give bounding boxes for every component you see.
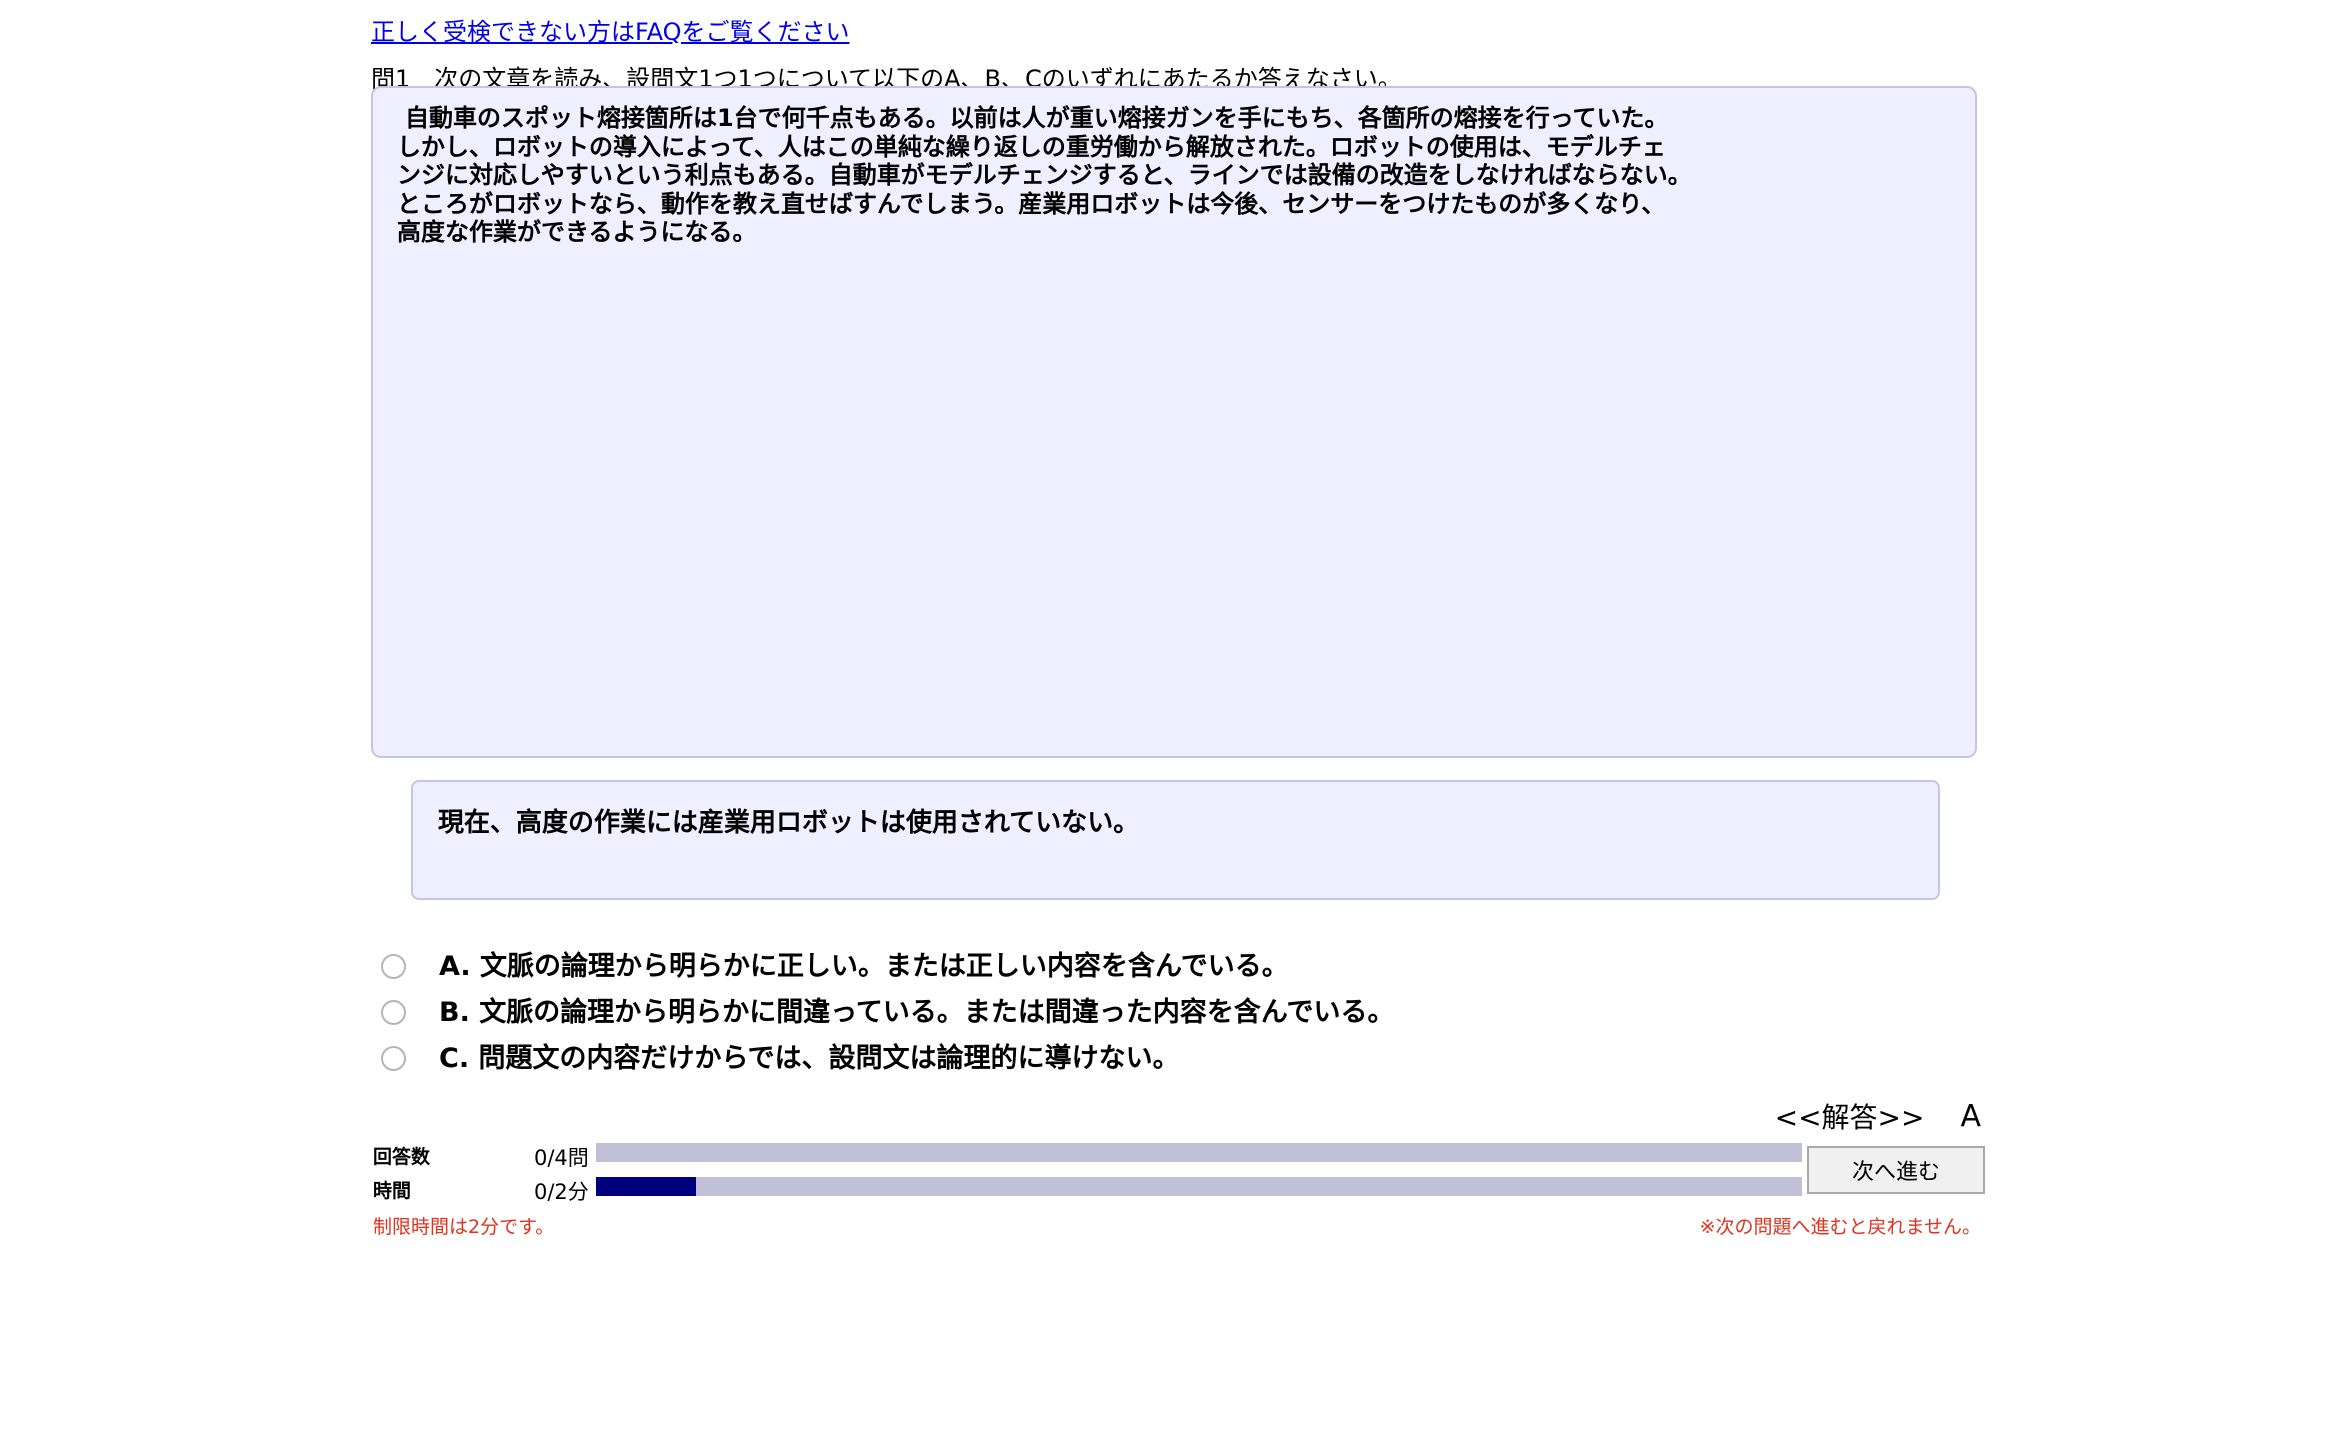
- faq-link[interactable]: 正しく受検できない方はFAQをご覧ください: [371, 12, 850, 47]
- option-c-label[interactable]: C. 問題文の内容だけからでは、設問文は論理的に導けない。: [439, 1036, 1180, 1075]
- passage-line: 高度な作業ができるようになる。: [397, 218, 757, 246]
- passage-line: しかし、ロボットの導入によって、人はこの単純な繰り返しの重労働から解放された。ロ…: [397, 132, 1666, 161]
- answers-count: 0/4問: [534, 1146, 589, 1170]
- option-c[interactable]: C. 問題文の内容だけからでは、設問文は論理的に導けない。: [371, 1032, 1395, 1078]
- answers-label: 回答数: [373, 1146, 431, 1168]
- answer-display: <<解答>> A: [1775, 1096, 1981, 1136]
- passage-line: 自動車のスポット熔接箇所は1台で何千点もある。以前は人が重い熔接ガンを手にもち、…: [405, 104, 1669, 132]
- option-b-radio[interactable]: [381, 999, 406, 1025]
- answer-options: A. 文脈の論理から明らかに正しい。または正しい内容を含んでいる。 B. 文脈の…: [371, 940, 1395, 1078]
- passage-box: 自動車のスポット熔接箇所は1台で何千点もある。以前は人が重い熔接ガンを手にもち、…: [371, 86, 1977, 758]
- passage-line: ところがロボットなら、動作を教え直せばすんでしまう。産業用ロボットは今後、センサ…: [397, 189, 1666, 218]
- answer-value: A: [1960, 1098, 1981, 1134]
- time-limit-note: 制限時間は2分です。: [373, 1216, 555, 1238]
- answers-progress-bar: [596, 1143, 1802, 1162]
- option-c-radio[interactable]: [381, 1045, 406, 1071]
- progress-area: 回答数 0/4問 時間 0/2分 次へ進む: [371, 1138, 1985, 1206]
- time-label: 時間: [373, 1180, 412, 1202]
- option-a[interactable]: A. 文脈の論理から明らかに正しい。または正しい内容を含んでいる。: [371, 940, 1395, 986]
- time-progress-bar: [596, 1177, 1802, 1196]
- time-count: 0/2分: [534, 1180, 589, 1204]
- no-return-warning: ※次の問題へ進むと戻れません。: [1699, 1216, 1981, 1238]
- next-button[interactable]: 次へ進む: [1807, 1146, 1985, 1194]
- option-b[interactable]: B. 文脈の論理から明らかに間違っている。または間違った内容を含んでいる。: [371, 986, 1395, 1032]
- option-b-label[interactable]: B. 文脈の論理から明らかに間違っている。または間違った内容を含んでいる。: [439, 990, 1395, 1029]
- time-progress-fill: [596, 1177, 697, 1196]
- statement-text: 現在、高度の作業には産業用ロボットは使用されていない。: [438, 808, 1140, 838]
- passage-line: ンジに対応しやすいという利点もある。自動車がモデルチェンジすると、ラインでは設備…: [397, 161, 1692, 189]
- answers-progress-row: 回答数 0/4問: [371, 1138, 1981, 1172]
- answer-label: <<解答>>: [1774, 1101, 1925, 1134]
- option-a-radio[interactable]: [381, 953, 406, 979]
- statement-box: 現在、高度の作業には産業用ロボットは使用されていない。: [411, 780, 1940, 900]
- time-progress-row: 時間 0/2分: [371, 1172, 1981, 1206]
- option-a-label[interactable]: A. 文脈の論理から明らかに正しい。または正しい内容を含んでいる。: [439, 944, 1289, 983]
